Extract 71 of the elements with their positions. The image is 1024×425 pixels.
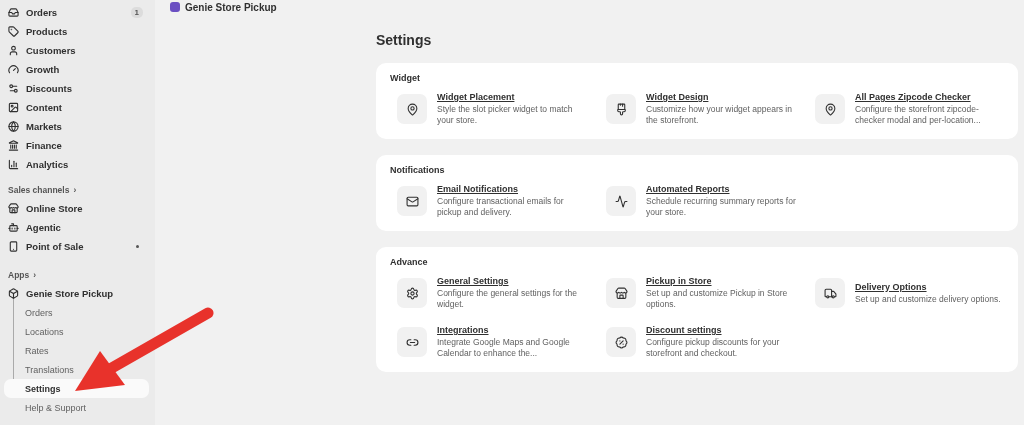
nav-item[interactable]: Online Store	[4, 199, 149, 218]
app-logo-icon	[170, 2, 180, 12]
setting-link[interactable]: Automated Reports	[646, 183, 796, 194]
inbox-icon	[8, 7, 19, 18]
page-title: Settings	[376, 32, 433, 48]
nav-item[interactable]: Products	[4, 22, 149, 41]
storefront-icon	[8, 203, 19, 214]
setting-link[interactable]: General Settings	[437, 275, 587, 286]
setting-description: Configure pickup discounts for your storefront and checkout.	[646, 336, 781, 360]
nav-subitem[interactable]: Locations	[4, 322, 68, 341]
app-icon	[8, 288, 19, 299]
percent-badge-icon	[606, 327, 636, 358]
store-icon	[606, 278, 636, 309]
settings-icon	[397, 278, 427, 309]
gauge-icon	[8, 64, 19, 75]
nav-item[interactable]: Discounts	[4, 79, 149, 98]
nav-item[interactable]: Content	[4, 98, 149, 117]
mail-icon	[397, 186, 427, 217]
setting-link[interactable]: Discount settings	[646, 324, 796, 335]
brush-icon	[606, 94, 636, 125]
setting-link[interactable]: Widget Design	[646, 92, 796, 102]
setting-description: Style the slot picker widget to match your store.	[437, 104, 574, 127]
section-heading[interactable]: Sales channels	[8, 184, 70, 195]
pulse-icon	[606, 186, 636, 217]
setting-description: Integrate Google Maps and Google Calendar to enhance the...	[437, 336, 571, 360]
nav-item[interactable]: Genie Store Pickup	[4, 284, 149, 303]
setting-link[interactable]: Pickup in Store	[646, 275, 796, 286]
nav-item[interactable]: Analytics	[4, 155, 149, 174]
nav-item[interactable]: Markets	[4, 117, 149, 136]
pin-icon	[815, 94, 845, 125]
app-title: Genie Store Pickup	[185, 1, 277, 13]
setting-description: Configure transactional emails for pickup and delivery.	[437, 195, 565, 219]
bank-icon	[8, 140, 19, 151]
nav-subitem[interactable]: Translations	[4, 360, 78, 379]
globe-icon	[8, 121, 19, 132]
card-title: Advance	[390, 256, 429, 267]
robot-icon	[8, 222, 19, 233]
count-badge: 1	[130, 7, 143, 18]
nav-item[interactable]: Finance	[4, 136, 149, 155]
bar-chart-icon	[8, 159, 19, 170]
truck-icon	[815, 278, 845, 309]
nav-item[interactable]: Customers	[4, 41, 149, 60]
nav-item[interactable]: Point of Sale	[4, 237, 149, 256]
chevron-icon: ›	[33, 269, 37, 280]
nav-subitem[interactable]: Rates	[4, 341, 53, 360]
person-icon	[8, 45, 19, 56]
tag-icon	[8, 26, 19, 37]
setting-description: Set up and customize delivery options.	[855, 293, 1002, 306]
image-icon	[8, 102, 19, 113]
setting-link[interactable]: Delivery Options	[855, 281, 1005, 292]
nav-subitem[interactable]: Help & Support	[4, 398, 91, 417]
setting-link[interactable]: Email Notifications	[437, 183, 587, 194]
section-heading[interactable]: Apps	[8, 269, 30, 280]
setting-description: Configure the storefront zipcode-checker modal and per-location...	[855, 104, 982, 127]
pin-icon	[397, 94, 427, 125]
setting-link[interactable]: Widget Placement	[437, 92, 587, 102]
setting-description: Configure the general settings for the widget.	[437, 287, 578, 311]
link-icon	[397, 327, 427, 358]
setting-link[interactable]: Integrations	[437, 324, 587, 335]
nav-subitem[interactable]: Orders	[4, 303, 57, 322]
setting-link[interactable]: All Pages Zipcode Checker	[855, 92, 1005, 102]
device-icon	[8, 241, 19, 252]
nav-item[interactable]: Orders 1	[4, 3, 149, 22]
card-title: Notifications	[390, 164, 446, 175]
chevron-icon: ›	[73, 184, 77, 195]
card-title: Widget	[390, 73, 421, 83]
nav-item[interactable]: Agentic	[4, 218, 149, 237]
setting-description: Set up and customize Pickup in Store options.	[646, 287, 789, 311]
setting-description: Schedule recurring summary reports for your store.	[646, 195, 796, 219]
setting-description: Customize how your widget appears in the storefront.	[646, 104, 793, 127]
nav-item[interactable]: Growth	[4, 60, 149, 79]
